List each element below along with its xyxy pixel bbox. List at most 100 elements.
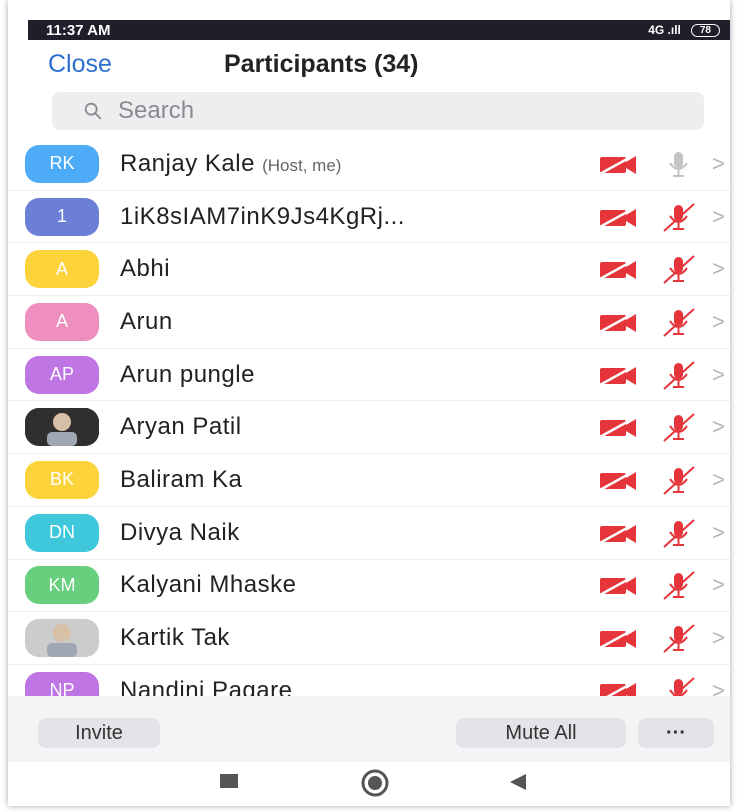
avatar: NP — [25, 671, 99, 696]
mic-muted-icon — [663, 360, 695, 390]
participant-name-text: 1iK8sIAM7inK9Js4KgRj... — [120, 202, 405, 230]
video-off-icon — [600, 678, 639, 696]
participant-name-text: Arun pungle — [120, 360, 255, 388]
search-icon — [84, 102, 102, 120]
chevron-right-icon[interactable]: > — [712, 520, 725, 546]
participant-name: Kalyani Mhaske — [120, 571, 296, 599]
participant-name-text: Aryan Patil — [120, 413, 242, 441]
phone-screen: 11:37 AM 4G .ıll 78 Close Participants (… — [8, 0, 730, 806]
avatar — [25, 619, 99, 658]
mic-muted-icon — [663, 202, 695, 232]
android-nav-bar — [8, 762, 730, 806]
back-icon[interactable] — [508, 772, 528, 792]
participant-row[interactable]: Kartik Tak > — [8, 612, 730, 665]
participant-list: RK Ranjay Kale (Host, me) >1 1iK8sIAM7inK9J… — [8, 138, 730, 696]
participant-name-text: Divya Naik — [120, 518, 240, 546]
chevron-right-icon[interactable]: > — [712, 362, 725, 388]
mute-all-button[interactable]: Mute All — [456, 718, 626, 748]
participant-name: Ranjay Kale (Host, me) — [120, 150, 341, 178]
participant-name-text: Kartik Tak — [120, 624, 230, 652]
chevron-right-icon[interactable]: > — [712, 204, 725, 230]
participant-name: Arun pungle — [120, 361, 255, 389]
mic-muted-icon — [663, 308, 695, 337]
signal-icon: 4G .ıll — [648, 23, 681, 37]
participant-name: Kartik Tak — [120, 624, 230, 652]
mic-muted-icon — [663, 466, 695, 495]
search-input[interactable] — [116, 96, 680, 126]
video-off-icon — [597, 573, 639, 598]
participant-row[interactable]: BK Baliram Ka > — [8, 454, 730, 507]
video-off-icon — [597, 520, 639, 545]
search-bar[interactable] — [52, 92, 704, 130]
participant-name: 1iK8sIAM7inK9Js4KgRj... — [120, 203, 405, 231]
avatar: A — [25, 302, 99, 341]
video-off-icon — [597, 257, 639, 282]
invite-button[interactable]: Invite — [38, 718, 160, 748]
header: Close Participants (34) — [8, 40, 730, 92]
mic-muted-icon — [663, 518, 695, 548]
close-button[interactable]: Close — [48, 50, 112, 79]
status-time: 11:37 AM — [46, 21, 111, 39]
mic-muted-icon — [669, 676, 695, 696]
video-off-icon — [597, 467, 639, 493]
bottom-toolbar: Invite Mute All ··· — [8, 696, 730, 762]
participant-row[interactable]: NP Nandini Pagare > — [8, 665, 730, 696]
avatar: DN — [25, 513, 99, 552]
profile-photo — [25, 408, 99, 447]
participant-name-text: Ranjay Kale — [120, 149, 255, 177]
participant-row[interactable]: A Arun > — [8, 296, 730, 349]
participant-name-text: Nandini Pagare — [120, 676, 293, 696]
profile-photo — [25, 619, 99, 658]
chevron-right-icon[interactable]: > — [712, 467, 725, 493]
video-off-icon — [597, 309, 639, 335]
status-icons: 4G .ıll 78 — [648, 23, 720, 37]
video-off-icon — [597, 415, 639, 440]
chevron-right-icon[interactable]: > — [712, 572, 725, 598]
recent-apps-icon[interactable] — [220, 774, 238, 788]
home-icon[interactable] — [360, 768, 390, 798]
participant-name-text: Kalyani Mhaske — [120, 571, 297, 599]
status-bar: 11:37 AM 4G .ıll 78 — [28, 20, 730, 40]
mic-muted-icon — [663, 413, 695, 443]
chevron-right-icon[interactable]: > — [712, 625, 725, 651]
participant-row[interactable]: RK Ranjay Kale (Host, me) > — [8, 138, 730, 191]
participant-row[interactable]: A Abhi > — [8, 243, 730, 297]
participant-name: Baliram Ka — [120, 466, 242, 494]
chevron-right-icon[interactable]: > — [712, 678, 725, 696]
battery-icon: 78 — [690, 23, 720, 37]
avatar: BK — [25, 460, 99, 499]
avatar: A — [25, 250, 99, 289]
avatar: KM — [25, 566, 99, 605]
chevron-right-icon[interactable]: > — [712, 309, 725, 335]
video-off-icon — [597, 362, 639, 387]
participant-row[interactable]: AP Arun pungle > — [8, 349, 730, 402]
more-button[interactable]: ··· — [638, 718, 714, 748]
mic-icon — [669, 151, 688, 177]
participant-name-text: Arun — [120, 307, 173, 335]
chevron-right-icon[interactable]: > — [712, 414, 725, 440]
participant-name: Nandini Pagare — [120, 677, 292, 696]
participant-name: Divya Naik — [120, 519, 240, 547]
participant-name: Aryan Patil — [120, 413, 242, 441]
avatar: RK — [25, 144, 99, 183]
mic-muted-icon — [663, 624, 695, 653]
participant-name-text: Abhi — [120, 255, 171, 283]
mic-muted-icon — [663, 255, 695, 284]
participant-row[interactable]: KM Kalyani Mhaske > — [8, 560, 730, 613]
chevron-right-icon[interactable]: > — [712, 256, 725, 282]
participant-row[interactable]: 1 1iK8sIAM7inK9Js4KgRj... > — [8, 191, 730, 244]
participant-name: Arun — [120, 308, 173, 336]
chevron-right-icon[interactable]: > — [712, 151, 725, 177]
avatar: AP — [25, 355, 99, 394]
participant-row[interactable]: Aryan Patil > — [8, 401, 730, 455]
avatar: 1 — [25, 197, 99, 236]
page-title: Participants (34) — [224, 50, 419, 78]
video-off-icon — [597, 625, 639, 651]
video-off-icon — [597, 204, 639, 229]
avatar — [25, 408, 99, 447]
participant-row[interactable]: DN Divya Naik > — [8, 507, 730, 560]
participant-role: (Host, me) — [262, 155, 342, 175]
video-off-icon — [597, 151, 639, 176]
participant-name: Abhi — [120, 255, 170, 283]
participant-name-text: Baliram Ka — [120, 465, 243, 493]
